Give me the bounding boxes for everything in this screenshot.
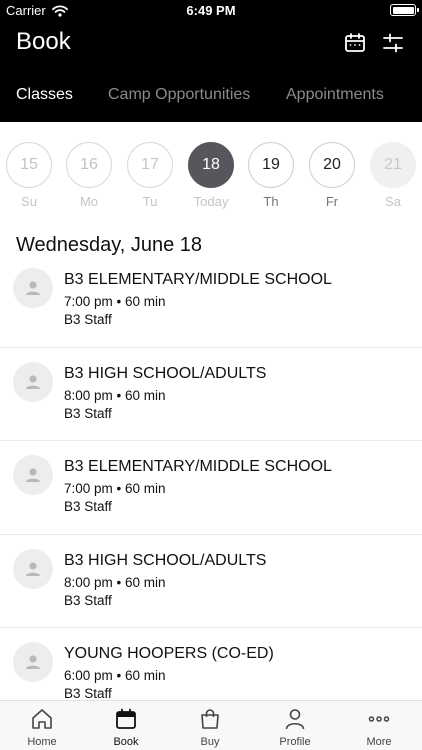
day-label: Th [263,194,279,209]
shopping-bag-icon [201,709,219,729]
class-list-item[interactable]: B3 HIGH SCHOOL/ADULTS 8:00 pm • 60 min B… [0,348,422,441]
tab-appointments[interactable]: Appointments [286,86,384,104]
class-name: B3 HIGH SCHOOL/ADULTS [64,364,267,382]
class-list-item[interactable]: B3 HIGH SCHOOL/ADULTS 8:00 pm • 60 min B… [0,535,422,628]
day-label: Today [193,194,229,209]
app-header: Book Classes Camp Opportunities Appointm… [0,20,422,122]
calendar-icon [116,708,136,729]
avatar [13,548,53,589]
page-title: Book [16,28,71,55]
day-thursday[interactable]: 19 Th [248,142,294,209]
day-label: Fr [325,194,339,209]
class-name: B3 HIGH SCHOOL/ADULTS [64,551,267,569]
person-placeholder-icon [26,281,40,295]
class-time: 7:00 pm • 60 min [64,294,166,309]
class-time: 8:00 pm • 60 min [64,387,166,403]
class-staff: B3 Staff [64,499,112,514]
day-number: 15 [6,142,52,188]
tab-bar-label: Buy [200,736,220,748]
class-time: 7:00 pm • 60 min [64,481,166,496]
day-label: Mo [79,194,99,209]
tab-bar-label: Book [113,736,139,748]
calendar-icon[interactable] [344,32,366,54]
day-number: 20 [309,142,355,188]
tab-bar-label: Profile [279,736,311,748]
day-number: 17 [127,142,173,188]
tab-classes[interactable]: Classes [16,86,73,104]
avatar [13,361,53,402]
tab-bar-label: Home [27,736,57,748]
class-staff: B3 Staff [64,405,112,421]
tab-bar-label: More [366,736,392,748]
day-today-selected[interactable]: 18 Today [188,142,234,209]
class-list: B3 ELEMENTARY/MIDDLE SCHOOL 7:00 pm • 60… [0,254,422,722]
class-list-item[interactable]: B3 ELEMENTARY/MIDDLE SCHOOL 7:00 pm • 60… [0,254,422,348]
status-bar: Carrier 6:49 PM [0,0,422,20]
day-number: 19 [248,142,294,188]
more-dots-icon [368,716,390,722]
filter-sliders-icon[interactable] [382,32,404,54]
day-label: Su [21,194,37,209]
person-icon [285,709,305,730]
day-label: Tu [142,194,158,209]
avatar [13,268,53,308]
day-number: 16 [66,142,112,188]
person-placeholder-icon [26,374,40,389]
class-staff: B3 Staff [64,312,112,327]
clock: 6:49 PM [186,3,236,18]
battery-icon [390,4,419,16]
person-placeholder-icon [26,655,40,669]
tab-bar-book[interactable]: Book [84,707,168,748]
bottom-tab-bar: Home Book Buy Profile More [0,700,422,750]
class-time: 8:00 pm • 60 min [64,574,166,590]
day-friday[interactable]: 20 Fr [309,142,355,209]
day-tuesday[interactable]: 17 Tu [127,142,173,209]
person-placeholder-icon [26,561,40,576]
class-name: B3 ELEMENTARY/MIDDLE SCHOOL [64,271,332,288]
day-number: 21 [370,142,416,188]
book-tabs: Classes Camp Opportunities Appointments [0,84,422,114]
class-staff: B3 Staff [64,592,112,608]
class-staff: B3 Staff [64,686,112,701]
tab-bar-home[interactable]: Home [0,707,84,748]
day-label: Sa [385,194,401,209]
person-placeholder-icon [26,468,40,482]
tab-bar-more[interactable]: More [337,707,421,748]
day-sunday[interactable]: 15 Su [6,142,52,209]
day-number: 18 [188,142,234,188]
avatar [13,455,53,495]
class-name: YOUNG HOOPERS (CO-ED) [64,645,274,662]
class-time: 6:00 pm • 60 min [64,668,166,683]
avatar [13,642,53,682]
class-list-item[interactable]: B3 ELEMENTARY/MIDDLE SCHOOL 7:00 pm • 60… [0,441,422,535]
tab-bar-buy[interactable]: Buy [168,707,252,748]
home-icon [32,709,52,729]
week-day-picker: 15 Su 16 Mo 17 Tu 18 Today 19 Th 20 Fr 2… [0,122,422,214]
day-saturday[interactable]: 21 Sa [370,142,416,209]
day-monday[interactable]: 16 Mo [66,142,112,209]
tab-bar-profile[interactable]: Profile [253,707,337,748]
class-name: B3 ELEMENTARY/MIDDLE SCHOOL [64,458,332,475]
tab-camp-opportunities[interactable]: Camp Opportunities [108,86,250,104]
